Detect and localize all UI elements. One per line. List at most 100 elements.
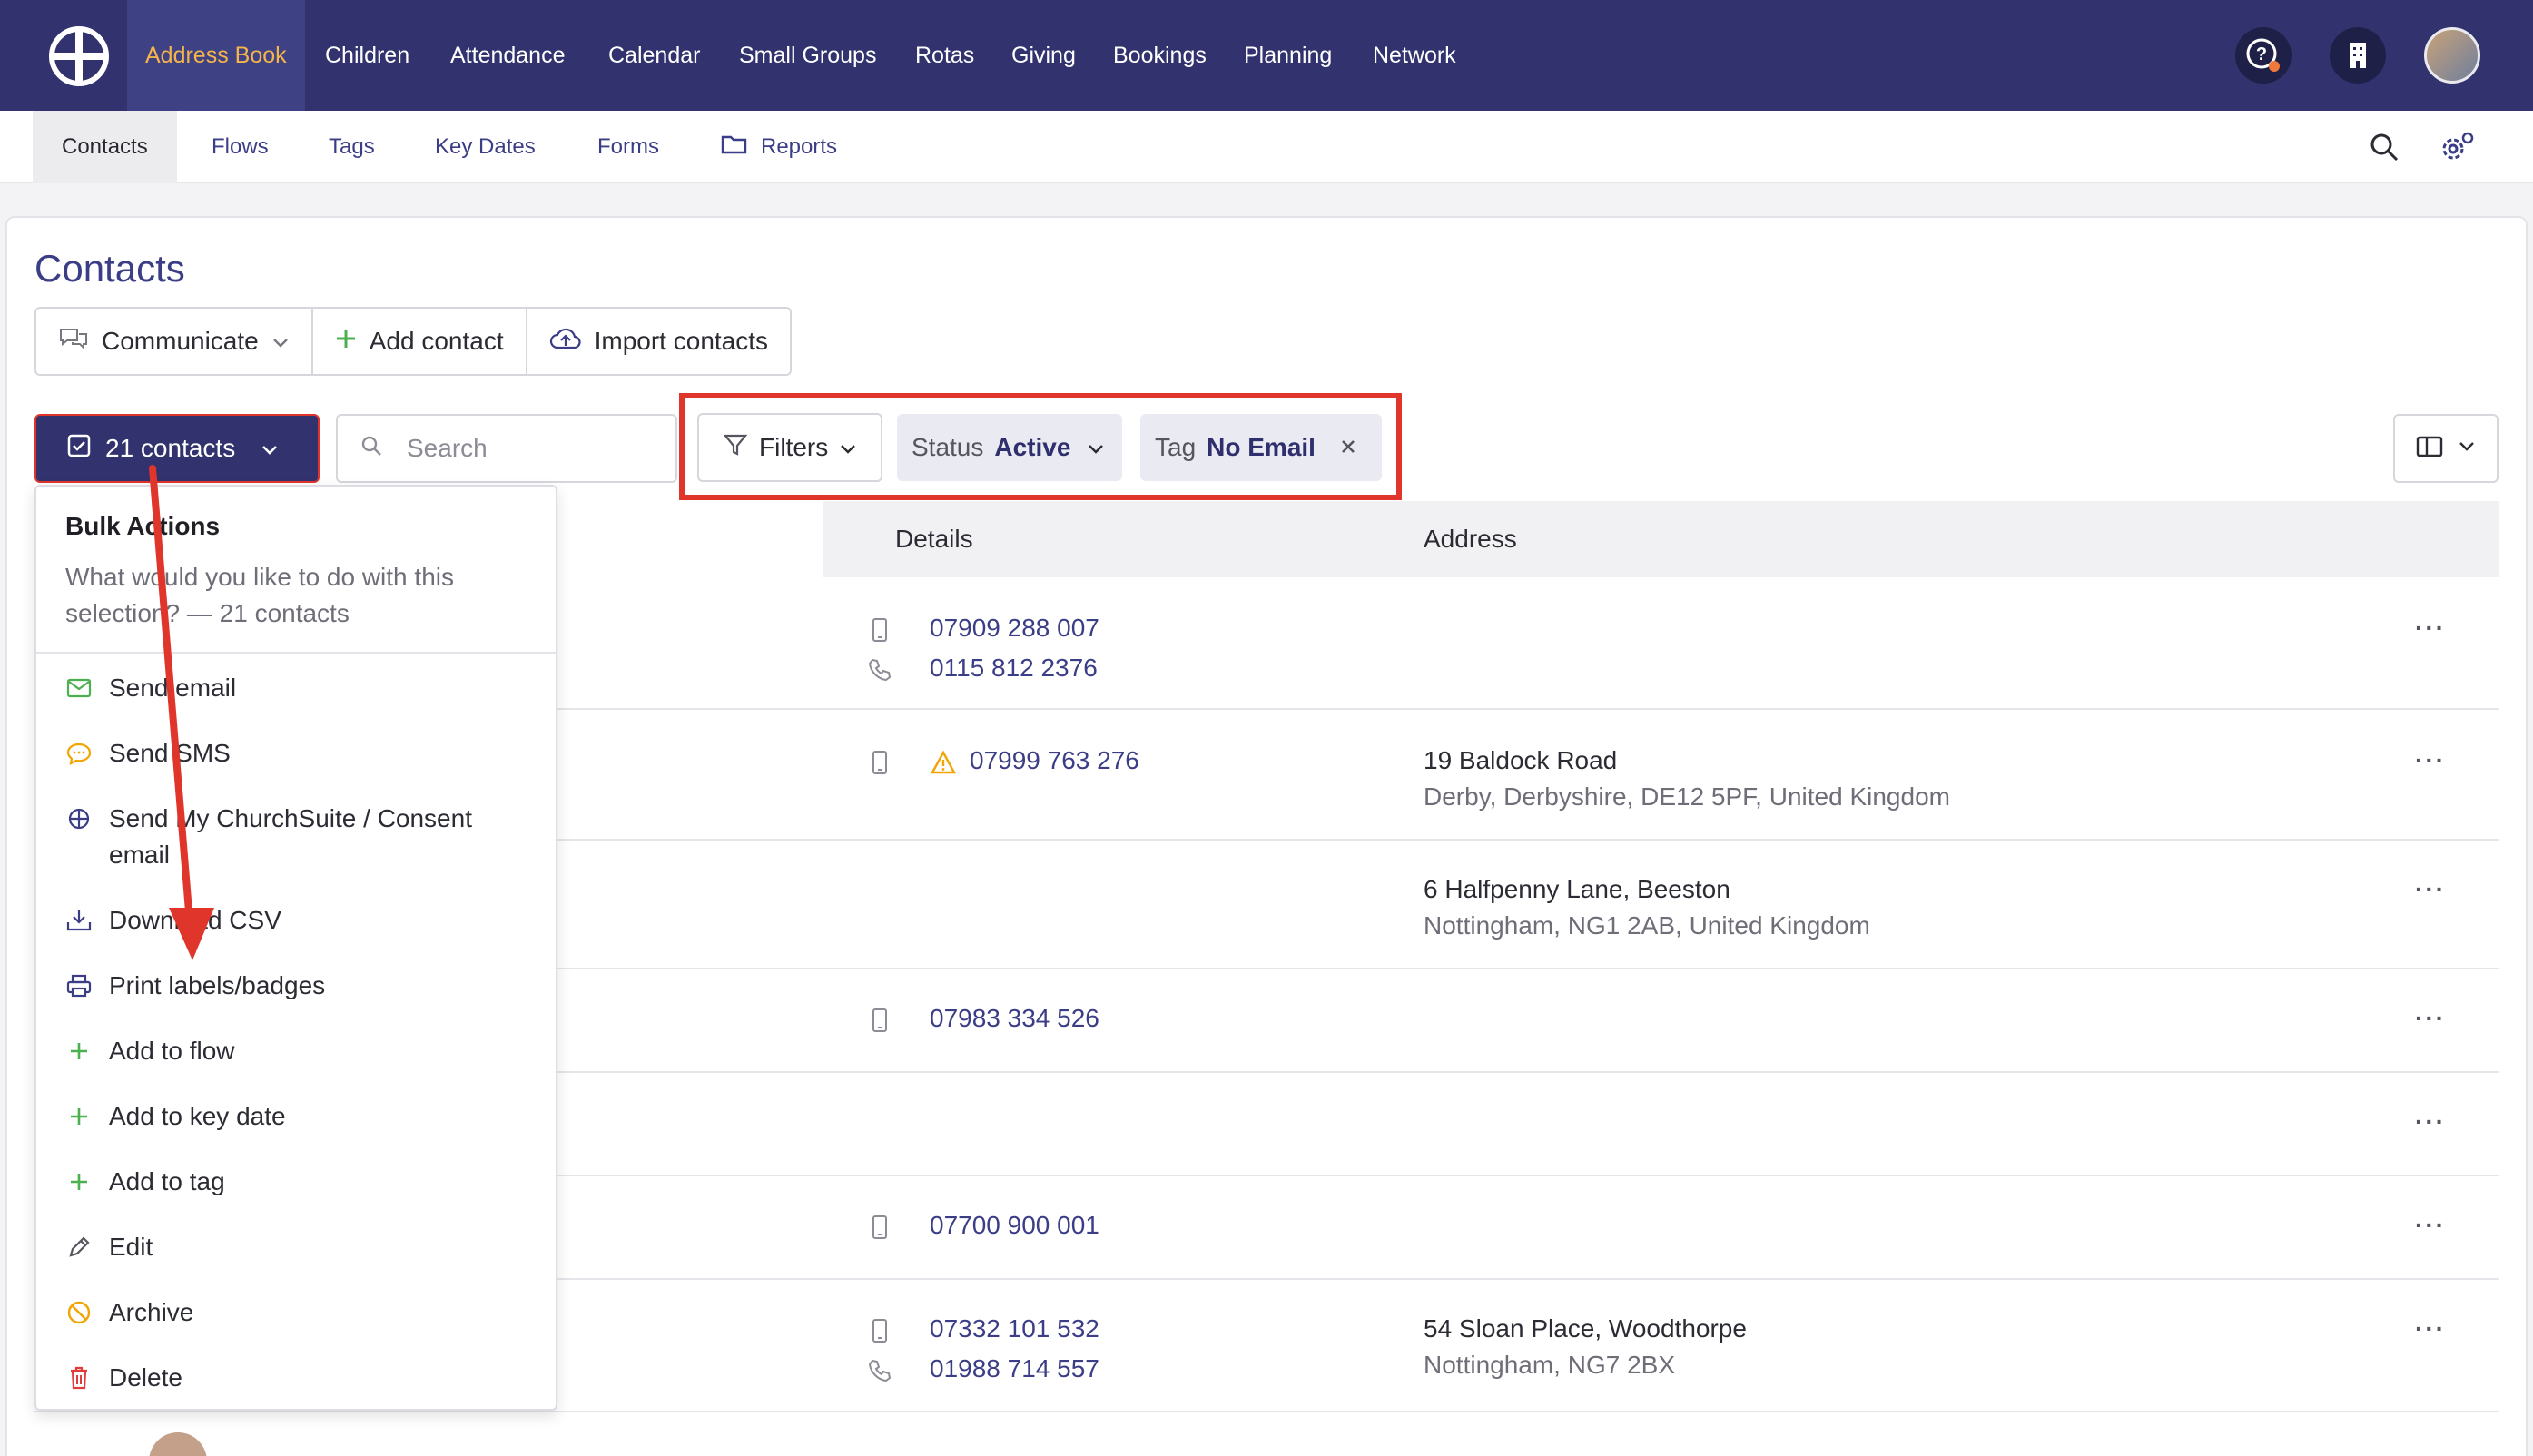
status-chip-key: Status xyxy=(912,433,984,461)
row-7-mobile[interactable]: 07332 101 532 xyxy=(930,1314,1099,1343)
pencil-icon xyxy=(65,1229,93,1265)
mobile-phone-icon xyxy=(866,747,893,778)
envelope-icon xyxy=(65,670,93,706)
column-layout-button[interactable] xyxy=(2393,414,2499,483)
row-1-mobile[interactable]: 07909 288 007 xyxy=(930,614,1099,643)
menu-item-label: Add to key date xyxy=(109,1102,286,1130)
plus-icon xyxy=(65,1033,93,1069)
menu-item-label: Download CSV xyxy=(109,906,281,934)
contacts-action-buttons: Communicate Add contact Import contacts xyxy=(34,307,793,376)
subnav-flows[interactable]: Flows xyxy=(182,111,298,183)
row-more-options-icon[interactable]: ··· xyxy=(2415,1314,2446,1343)
nav-bookings[interactable]: Bookings xyxy=(1095,0,1225,111)
menu-item-edit[interactable]: Edit xyxy=(65,1229,153,1265)
nav-planning[interactable]: Planning xyxy=(1226,0,1350,111)
warning-triangle-icon xyxy=(930,747,957,778)
menu-item-download-csv[interactable]: Download CSV xyxy=(65,902,281,939)
row-divider xyxy=(34,1411,2499,1412)
svg-text:?: ? xyxy=(2256,44,2267,64)
menu-item-send-email[interactable]: Send email xyxy=(65,670,236,706)
menu-item-label: Send My ChurchSuite / Consent email xyxy=(109,804,472,869)
plus-icon xyxy=(65,1098,93,1135)
subnav-key-dates[interactable]: Key Dates xyxy=(406,111,565,183)
tag-filter-chip[interactable]: Tag No Email xyxy=(1140,414,1382,481)
download-tray-icon xyxy=(65,902,93,939)
filter-funnel-icon xyxy=(723,432,748,464)
subnav-contacts[interactable]: Contacts xyxy=(33,111,177,183)
user-avatar[interactable] xyxy=(2424,27,2480,84)
selection-dropdown-button[interactable]: 21 contacts xyxy=(34,414,320,483)
churchsuite-logo[interactable] xyxy=(49,26,109,86)
row-more-options-icon[interactable]: ··· xyxy=(2415,875,2446,904)
subnav-reports-label: Reports xyxy=(761,134,838,159)
column-header-details[interactable]: Details xyxy=(895,525,973,554)
telephone-icon xyxy=(866,1355,893,1386)
row-more-options-icon[interactable]: ··· xyxy=(2415,1211,2446,1240)
search-icon[interactable] xyxy=(2364,127,2404,167)
menu-item-send-sms[interactable]: Send SMS xyxy=(65,735,231,772)
menu-item-archive[interactable]: Archive xyxy=(65,1294,193,1331)
menu-item-add-to-flow[interactable]: Add to flow xyxy=(65,1033,235,1069)
menu-item-label: Edit xyxy=(109,1233,153,1261)
row-more-options-icon[interactable]: ··· xyxy=(2415,1107,2446,1136)
status-chip-value: Active xyxy=(994,433,1071,461)
prohibited-icon xyxy=(65,1294,93,1331)
chevron-down-icon xyxy=(1087,433,1105,462)
status-filter-chip[interactable]: Status Active xyxy=(897,414,1122,481)
subnav-reports[interactable]: Reports xyxy=(692,111,866,183)
menu-divider xyxy=(36,652,556,654)
organisation-building-icon[interactable] xyxy=(2330,27,2386,84)
row-more-options-icon[interactable]: ··· xyxy=(2415,746,2446,775)
nav-small-groups[interactable]: Small Groups xyxy=(721,0,894,111)
search-placeholder: Search xyxy=(407,434,488,462)
menu-item-print-labels[interactable]: Print labels/badges xyxy=(65,968,325,1004)
close-icon[interactable] xyxy=(1339,433,1357,462)
row-more-options-icon[interactable]: ··· xyxy=(2415,614,2446,643)
plus-icon xyxy=(65,1164,93,1200)
selection-count-label: 21 contacts xyxy=(105,434,236,462)
communicate-button[interactable]: Communicate xyxy=(36,309,313,374)
help-icon[interactable]: ? xyxy=(2235,27,2292,84)
column-header-address[interactable]: Address xyxy=(1424,525,1517,554)
nav-calendar[interactable]: Calendar xyxy=(590,0,718,111)
row-4-mobile[interactable]: 07983 334 526 xyxy=(930,1004,1099,1033)
settings-gear-icon[interactable] xyxy=(2437,127,2477,167)
row-2-mobile[interactable]: 07999 763 276 xyxy=(970,746,1139,775)
mobile-phone-icon xyxy=(866,1005,893,1036)
menu-item-add-to-key-date[interactable]: Add to key date xyxy=(65,1098,286,1135)
subnav-forms[interactable]: Forms xyxy=(568,111,688,183)
printer-icon xyxy=(65,968,93,1004)
menu-item-delete[interactable]: Delete xyxy=(65,1360,182,1396)
mobile-phone-icon xyxy=(866,1212,893,1243)
nav-rotas[interactable]: Rotas xyxy=(897,0,992,111)
churchsuite-globe-icon xyxy=(65,801,93,837)
chat-bubble-icon xyxy=(65,735,93,772)
row-1-phone[interactable]: 0115 812 2376 xyxy=(930,654,1098,683)
nav-network[interactable]: Network xyxy=(1355,0,1474,111)
nav-attendance[interactable]: Attendance xyxy=(432,0,584,111)
menu-item-label: Send SMS xyxy=(109,739,231,767)
menu-item-add-to-tag[interactable]: Add to tag xyxy=(65,1164,225,1200)
row-6-mobile[interactable]: 07700 900 001 xyxy=(930,1211,1099,1240)
add-contact-button[interactable]: Add contact xyxy=(313,309,527,374)
row-2-address-line2: Derby, Derbyshire, DE12 5PF, United King… xyxy=(1424,782,1950,811)
columns-icon xyxy=(2416,436,2443,462)
row-7-phone[interactable]: 01988 714 557 xyxy=(930,1354,1099,1383)
tag-chip-value: No Email xyxy=(1207,433,1316,461)
nav-giving[interactable]: Giving xyxy=(993,0,1094,111)
menu-item-send-consent-email[interactable]: Send My ChurchSuite / Consent email xyxy=(65,801,528,873)
chevron-down-icon xyxy=(839,433,857,462)
filters-button[interactable]: Filters xyxy=(697,413,882,482)
communicate-label: Communicate xyxy=(102,327,259,355)
menu-item-label: Archive xyxy=(109,1298,194,1326)
search-input[interactable]: Search xyxy=(336,414,677,483)
row-3-address-line1: 6 Halfpenny Lane, Beeston xyxy=(1424,875,1730,903)
row-more-options-icon[interactable]: ··· xyxy=(2415,1004,2446,1033)
row-7-address-line1: 54 Sloan Place, Woodthorpe xyxy=(1424,1314,1747,1343)
tag-chip-key: Tag xyxy=(1155,433,1197,461)
nav-children[interactable]: Children xyxy=(307,0,428,111)
chevron-down-icon xyxy=(271,327,290,356)
nav-address-book[interactable]: Address Book xyxy=(127,0,305,111)
import-contacts-button[interactable]: Import contacts xyxy=(527,309,790,374)
subnav-tags[interactable]: Tags xyxy=(300,111,404,183)
